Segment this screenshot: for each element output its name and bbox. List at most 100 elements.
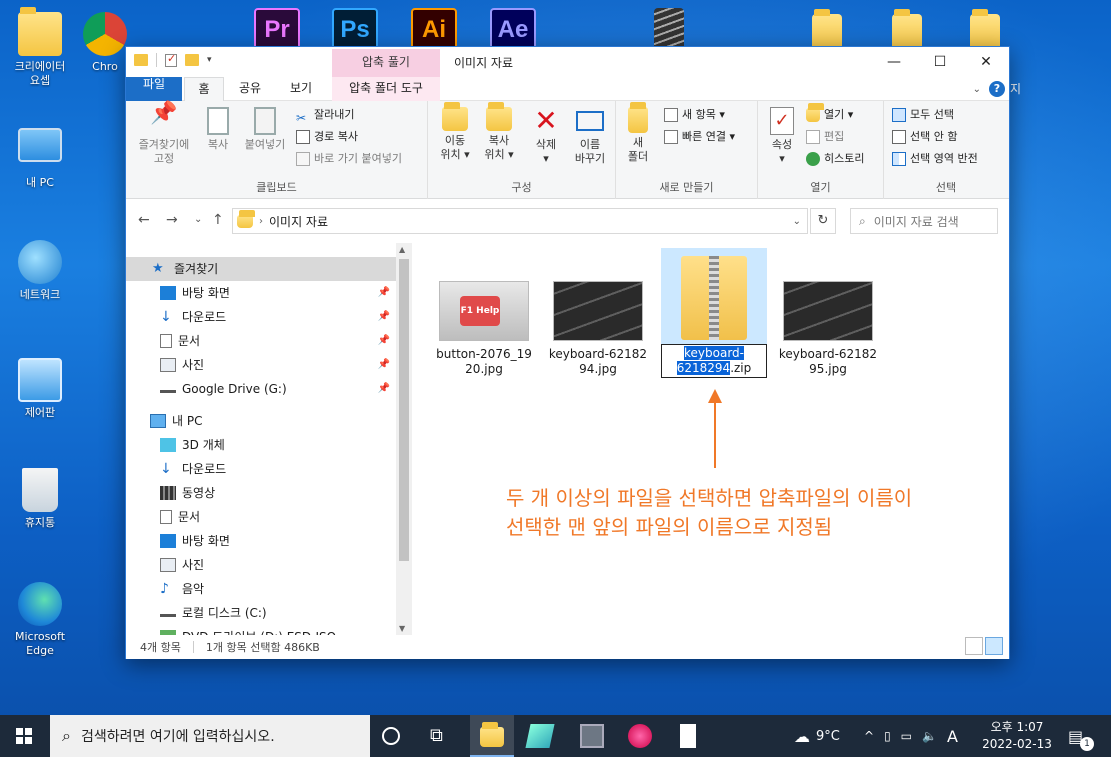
search-input[interactable]: ⌕ 이미지 자료 검색	[850, 208, 998, 234]
properties-button[interactable]: ✓ 속성 ▾	[762, 107, 802, 166]
folder-icon[interactable]	[892, 9, 922, 50]
nav-item-documents-pinned[interactable]: 문서 📌	[126, 329, 396, 353]
chevron-down-icon[interactable]: ⌄	[973, 84, 981, 95]
start-button[interactable]	[0, 715, 48, 757]
tab-file[interactable]: 파일	[126, 77, 182, 101]
nav-item-pictures[interactable]: 사진	[126, 553, 396, 577]
desktop-icon-network[interactable]: 네트워크	[2, 240, 78, 302]
nav-item-3d-objects[interactable]: 3D 개체	[126, 433, 396, 457]
tab-view[interactable]: 보기	[276, 77, 326, 101]
copy-path-button[interactable]: 경로 복사	[296, 127, 358, 147]
minimize-button[interactable]: —	[871, 47, 917, 77]
weather-widget[interactable]: ☁ 9°C	[794, 715, 840, 757]
forward-arrow-icon[interactable]: →	[166, 212, 178, 228]
nav-item-desktop-pinned[interactable]: 바탕 화면 📌	[126, 281, 396, 305]
pin-to-quick-access-button[interactable]: 📌 즐겨찾기에 고정	[132, 103, 196, 166]
nav-item-documents[interactable]: 문서	[126, 505, 396, 529]
history-button[interactable]: 히스토리	[806, 149, 864, 169]
breadcrumb-current[interactable]: 이미지 자료	[269, 213, 328, 230]
file-item[interactable]: keyboard-62182 94.jpg	[546, 281, 650, 377]
tab-share[interactable]: 공유	[226, 77, 274, 101]
nav-item-downloads[interactable]: ↓ 다운로드	[126, 457, 396, 481]
folder-icon[interactable]	[812, 9, 842, 50]
copy-to-button[interactable]: 복사 위치 ▾	[478, 102, 520, 162]
nav-item-desktop[interactable]: 바탕 화면	[126, 529, 396, 553]
nav-label: 바탕 화면	[182, 286, 230, 300]
document-app-icon[interactable]	[680, 724, 696, 748]
pin-icon: 📌	[377, 311, 390, 322]
copy-button[interactable]: 복사	[200, 107, 236, 152]
nav-item-videos[interactable]: 동영상	[126, 481, 396, 505]
desktop-icon-chrome[interactable]: Chro	[80, 12, 130, 74]
easy-access-button[interactable]: 빠른 연결 ▾	[664, 127, 735, 147]
nav-item-this-pc[interactable]: 내 PC	[126, 409, 396, 433]
file-item[interactable]: F1 Help button-2076_19 20.jpg	[432, 281, 536, 377]
paste-shortcut-button[interactable]: 바로 가기 붙여넣기	[296, 149, 402, 169]
address-row: ← → ⌄ ↑ › 이미지 자료 ⌄ ↻ ⌕ 이미지 자료 검색	[126, 200, 1009, 242]
title-bar[interactable]: ▾ 압축 풀기 이미지 자료 — ☐ ✕	[126, 47, 1009, 77]
paste-button[interactable]: 붙여넣기	[240, 107, 290, 152]
customize-toolbar-icon[interactable]: ▾	[207, 55, 212, 65]
meet-icon[interactable]: ▯	[884, 729, 891, 743]
scrollbar-thumb[interactable]	[399, 259, 409, 561]
tab-home[interactable]: 홈	[184, 77, 224, 101]
nav-item-local-disk[interactable]: 로컬 디스크 (C:)	[126, 601, 396, 625]
file-item[interactable]: keyboard-62182 95.jpg	[776, 281, 880, 377]
close-button[interactable]: ✕	[963, 47, 1009, 77]
move-to-button[interactable]: 이동 위치 ▾	[434, 102, 476, 162]
volume-icon[interactable]: 🔈	[922, 729, 937, 743]
ime-indicator[interactable]: A	[947, 727, 958, 746]
clock[interactable]: 오후 1:07 2022-02-13	[978, 719, 1056, 753]
nav-item-downloads-pinned[interactable]: ↓ 다운로드 📌	[126, 305, 396, 329]
desktop-icon-recycle-bin[interactable]: 휴지통	[2, 468, 78, 530]
nav-item-google-drive[interactable]: Google Drive (G:) 📌	[126, 377, 396, 401]
new-folder-icon[interactable]	[185, 54, 199, 66]
button-label: 속성 ▾	[771, 138, 793, 165]
back-arrow-icon[interactable]: ←	[138, 212, 150, 228]
taskbar-search-input[interactable]: ⌕ 검색하려면 여기에 입력하십시오.	[50, 715, 370, 757]
notes-app-icon[interactable]	[525, 724, 555, 748]
nav-item-quick-access[interactable]: ★ 즐겨찾기	[126, 257, 396, 281]
file-explorer-icon[interactable]	[480, 722, 504, 747]
paint-app-icon[interactable]	[628, 724, 652, 748]
delete-button[interactable]: ✕ 삭제 ▾	[528, 107, 564, 166]
large-icons-view-icon[interactable]	[985, 637, 1003, 655]
task-view-icon[interactable]: ⧉	[430, 724, 454, 748]
nav-pane-scrollbar[interactable]: ▲ ▼	[396, 243, 412, 635]
folder-icon[interactable]	[970, 9, 1000, 50]
new-folder-button[interactable]: 새 폴더	[620, 102, 656, 164]
edit-button[interactable]: 편집	[806, 127, 844, 147]
notification-center-button[interactable]: ▤ 1	[1068, 715, 1094, 757]
refresh-button[interactable]: ↻	[810, 208, 836, 234]
rename-field[interactable]: keyboard- 6218294.zip	[661, 344, 767, 378]
desktop-icon-control-panel[interactable]: 제어판	[2, 358, 78, 420]
maximize-button[interactable]: ☐	[917, 47, 963, 77]
help-icon[interactable]: ?	[989, 81, 1005, 97]
properties-icon[interactable]	[165, 52, 177, 67]
details-view-icon[interactable]	[965, 637, 983, 655]
select-all-button[interactable]: 모두 선택	[892, 105, 954, 125]
address-dropdown-icon[interactable]: ⌄	[793, 216, 801, 227]
invert-selection-button[interactable]: 선택 영역 반전	[892, 149, 978, 169]
cut-button[interactable]: ✂ 잘라내기	[296, 105, 354, 125]
select-none-button[interactable]: 선택 안 함	[892, 127, 957, 147]
calculator-icon[interactable]	[580, 724, 604, 748]
scroll-down-icon[interactable]: ▼	[399, 624, 405, 633]
scroll-up-icon[interactable]: ▲	[399, 245, 405, 254]
rename-button[interactable]: 이름 바꾸기	[568, 107, 612, 166]
desktop-icon-this-pc[interactable]: 내 PC	[2, 128, 78, 190]
address-bar[interactable]: › 이미지 자료 ⌄	[232, 208, 808, 234]
nav-item-pictures-pinned[interactable]: 사진 📌	[126, 353, 396, 377]
open-button[interactable]: 열기 ▾	[806, 103, 853, 125]
desktop-icon-edge[interactable]: Microsoft Edge	[2, 582, 78, 658]
nav-item-dvd-drive[interactable]: DVD 드라이브 (D:) ESD-ISO	[126, 625, 396, 635]
new-item-button[interactable]: 새 항목 ▾	[664, 105, 725, 125]
tray-chevron-up-icon[interactable]: ^	[864, 729, 874, 743]
nav-item-music[interactable]: ♪ 음악	[126, 577, 396, 601]
tab-compressed-folder-tools[interactable]: 압축 폴더 도구	[332, 77, 440, 101]
up-arrow-icon[interactable]: ↑	[212, 212, 224, 228]
cortana-icon[interactable]	[382, 727, 400, 745]
desktop-icon-user-folder[interactable]: 크리에이터 요셉	[2, 7, 78, 88]
network-icon[interactable]: ▭	[901, 729, 912, 743]
recent-locations-chevron-icon[interactable]: ⌄	[194, 214, 202, 225]
